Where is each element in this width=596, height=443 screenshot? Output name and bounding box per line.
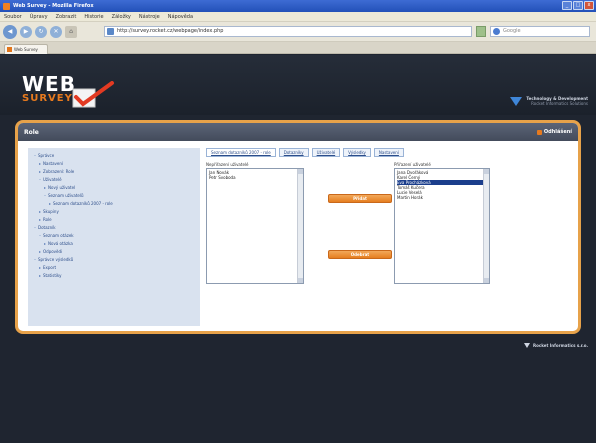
panel-title: Role bbox=[24, 128, 39, 136]
brand-block: Technology & Development Rocket Informat… bbox=[510, 96, 588, 106]
sidebar-item-9[interactable]: – Dotazník bbox=[34, 224, 194, 232]
sidebar-item-5[interactable]: – Seznam uživatelů bbox=[34, 192, 194, 200]
tab-favicon bbox=[7, 47, 12, 52]
back-button[interactable]: ◀ bbox=[3, 24, 17, 39]
sidebar-item-13[interactable]: – Správce výsledků bbox=[34, 256, 194, 264]
reload-button[interactable]: ↻ bbox=[35, 25, 47, 38]
list-option[interactable]: Martin Horák bbox=[397, 195, 487, 200]
footer-logo-icon bbox=[524, 343, 531, 348]
firefox-icon bbox=[3, 2, 10, 10]
tab-results[interactable]: Výsledky bbox=[343, 148, 371, 157]
list-scrollbar[interactable] bbox=[483, 169, 489, 283]
url-field[interactable]: http://survey.rocket.cz/webpage/index.ph… bbox=[104, 26, 472, 37]
sidebar-item-12[interactable]: ▸ Odpovědi bbox=[34, 248, 194, 256]
menu-item-view[interactable]: Zobrazit bbox=[56, 14, 77, 20]
main-area: Seznam dotazníků 2007 - role Dotazníky U… bbox=[206, 148, 566, 326]
assigned-users-label: Přiřazení uživatelé bbox=[394, 162, 431, 167]
browser-tabbar: Web Survey bbox=[0, 42, 596, 54]
list-option[interactable]: Petr Svoboda bbox=[209, 175, 301, 180]
menu-item-edit[interactable]: Úpravy bbox=[30, 14, 48, 20]
browser-titlebar: Web Survey - Mozilla Firefox _ □ x bbox=[0, 0, 596, 12]
maximize-button[interactable]: □ bbox=[573, 1, 583, 10]
go-button[interactable] bbox=[476, 26, 486, 37]
home-button[interactable]: ⌂ bbox=[65, 25, 77, 38]
search-placeholder: Google bbox=[503, 28, 521, 34]
add-user-button[interactable]: Přidat bbox=[328, 194, 392, 203]
search-field[interactable]: Google bbox=[490, 26, 590, 37]
stop-button[interactable]: ✕ bbox=[50, 25, 62, 38]
search-engine-icon bbox=[493, 28, 500, 35]
list-scrollbar[interactable] bbox=[297, 169, 303, 283]
logo-survey: SURVEY bbox=[22, 93, 73, 104]
forward-button[interactable]: ▶ bbox=[20, 25, 32, 38]
sidebar-tree: – Správce ▸ Nastavení ▸ Zobrazení: Role – Už… bbox=[28, 148, 200, 326]
sidebar-item-8[interactable]: ▸ Role bbox=[34, 216, 194, 224]
unassigned-users-list[interactable]: Jan Novák Petr Svoboda bbox=[206, 168, 304, 284]
logo-web: WEB bbox=[22, 72, 76, 96]
menu-item-help[interactable]: Nápověda bbox=[168, 14, 193, 20]
sidebar-item-11[interactable]: ▸ Nová otázka bbox=[34, 240, 194, 248]
menu-item-history[interactable]: Historie bbox=[84, 14, 103, 20]
sidebar-item-14[interactable]: ▸ Export bbox=[34, 264, 194, 272]
brand-triangle-icon bbox=[510, 97, 523, 106]
sidebar-item-3[interactable]: – Uživatelé bbox=[34, 176, 194, 184]
panel-header: Role Odhlášení bbox=[18, 123, 578, 141]
tab-questionnaires[interactable]: Dotazníky bbox=[278, 148, 309, 157]
sidebar-item-1[interactable]: ▸ Nastavení bbox=[34, 160, 194, 168]
site-favicon bbox=[107, 28, 114, 35]
window-controls: _ □ x bbox=[562, 1, 594, 10]
logout-icon bbox=[536, 129, 542, 135]
sidebar-item-2[interactable]: ▸ Zobrazení: Role bbox=[34, 168, 194, 176]
url-text: http://survey.rocket.cz/webpage/index.ph… bbox=[117, 28, 224, 34]
footer-brand: Rocket Informatics s.r.o. bbox=[524, 343, 588, 348]
unassigned-users-label: Nepřiřazení uživatelé bbox=[206, 162, 249, 167]
tab-settings[interactable]: Nastavení bbox=[373, 148, 404, 157]
section-tabs: Seznam dotazníků 2007 - role Dotazníky U… bbox=[206, 148, 566, 157]
sidebar-item-10[interactable]: – Seznam otázek bbox=[34, 232, 194, 240]
sidebar-item-15[interactable]: ▸ Statistiky bbox=[34, 272, 194, 280]
sidebar-item-0[interactable]: – Správce bbox=[34, 152, 194, 160]
menu-item-file[interactable]: Soubor bbox=[4, 14, 22, 20]
tab-survey-roles[interactable]: Seznam dotazníků 2007 - role bbox=[206, 148, 276, 157]
browser-tab[interactable]: Web Survey bbox=[4, 44, 48, 54]
logout-label: Odhlášení bbox=[543, 129, 572, 135]
close-button[interactable]: x bbox=[584, 1, 594, 10]
remove-user-button[interactable]: Odebrat bbox=[328, 250, 392, 259]
logout-link[interactable]: Odhlášení bbox=[536, 129, 572, 135]
brand-line-2: Rocket Informatics Solutions bbox=[531, 101, 588, 106]
checkmark-logo-icon bbox=[72, 81, 114, 108]
navigation-toolbar: ◀ ▶ ↻ ✕ ⌂ http://survey.rocket.cz/webpag… bbox=[0, 22, 596, 42]
assigned-users-list[interactable]: Jana Dvořáková Karel Černý Eva Procházko… bbox=[394, 168, 490, 284]
menu-item-bookmarks[interactable]: Záložky bbox=[112, 14, 131, 20]
menu-item-tools[interactable]: Nástroje bbox=[139, 14, 160, 20]
minimize-button[interactable]: _ bbox=[562, 1, 572, 10]
sidebar-item-7[interactable]: ▸ Skupiny bbox=[34, 208, 194, 216]
site-header: WEB SURVEY Technology & Development Rock… bbox=[0, 55, 596, 115]
content-panel: Role Odhlášení – Správce ▸ Nastavení ▸ Zobr… bbox=[15, 120, 581, 334]
menu-bar: Soubor Úpravy Zobrazit Historie Záložky … bbox=[0, 12, 596, 22]
window-title: Web Survey - Mozilla Firefox bbox=[13, 3, 94, 9]
sidebar-item-4[interactable]: ▸ Nový uživatel bbox=[34, 184, 194, 192]
footer-brand-text: Rocket Informatics s.r.o. bbox=[533, 343, 588, 348]
tab-users[interactable]: Uživatelé bbox=[311, 148, 341, 157]
sidebar-item-6[interactable]: ▸ Seznam dotazníků 2007 - role bbox=[34, 200, 194, 208]
tab-label: Web Survey bbox=[14, 47, 38, 52]
